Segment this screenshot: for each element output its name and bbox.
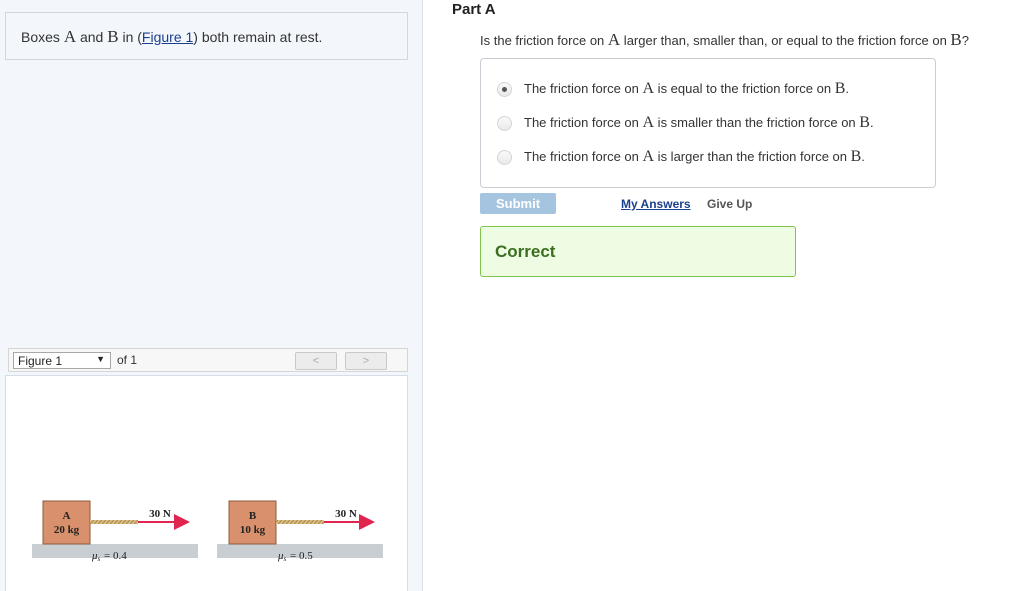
choice-larger-before: The friction force on bbox=[524, 149, 643, 164]
question-middle: larger than, smaller than, or equal to t… bbox=[620, 33, 951, 48]
dropdown-arrow-icon: ▼ bbox=[96, 354, 105, 364]
choice-equal-end: . bbox=[845, 81, 850, 96]
box-a-label: A bbox=[63, 510, 71, 522]
figure-select-value: Figure 1 bbox=[18, 354, 63, 368]
answer-choices: The friction force on A is equal to the … bbox=[480, 58, 936, 188]
question-text: Is the friction force on A larger than, … bbox=[480, 30, 969, 50]
left-panel: Boxes A and B in (Figure 1) both remain … bbox=[0, 0, 423, 591]
force-a-label: 30 N bbox=[149, 508, 171, 520]
system-a: A 20 kg 30 N μs = 0.4 bbox=[32, 500, 198, 563]
box-a bbox=[42, 500, 91, 545]
figure-link[interactable]: Figure 1 bbox=[142, 29, 193, 45]
radio-equal[interactable] bbox=[497, 81, 512, 97]
box-b-mass: 10 kg bbox=[240, 524, 266, 536]
choice-smaller-label: The friction force on A is smaller than … bbox=[524, 114, 874, 132]
intro-box: Boxes A and B in (Figure 1) both remain … bbox=[5, 12, 408, 60]
figure-diagram: A 20 kg 30 N μs = 0.4 B 10 kg 30 N μs = … bbox=[32, 500, 383, 563]
intro-var-a: A bbox=[63, 27, 77, 46]
choice-equal-middle: is equal to the friction force on bbox=[654, 81, 835, 96]
question-var-b: B bbox=[950, 30, 962, 49]
choice-smaller[interactable]: The friction force on A is smaller than … bbox=[497, 112, 874, 134]
my-answers-link[interactable]: My Answers bbox=[621, 197, 691, 211]
box-a-mass: 20 kg bbox=[54, 524, 80, 536]
radio-smaller[interactable] bbox=[497, 115, 512, 131]
intro-text-and: and bbox=[76, 29, 108, 45]
figure-area: A 20 kg 30 N μs = 0.4 B 10 kg 30 N μs = … bbox=[5, 375, 408, 591]
question-before: Is the friction force on bbox=[480, 33, 608, 48]
choice-equal-before: The friction force on bbox=[524, 81, 643, 96]
choice-larger-middle: is larger than the friction force on bbox=[654, 149, 851, 164]
intro-text-in: in ( bbox=[118, 29, 142, 45]
intro-var-b: B bbox=[107, 27, 119, 46]
figure-nav-bar: Figure 1 ▼ of 1 < > bbox=[8, 348, 408, 372]
chevron-left-icon: < bbox=[312, 355, 320, 367]
choice-smaller-end: . bbox=[869, 115, 874, 130]
choice-equal[interactable]: The friction force on A is equal to the … bbox=[497, 78, 849, 100]
box-b-label: B bbox=[249, 510, 257, 522]
previous-figure-button[interactable]: < bbox=[295, 352, 337, 370]
question-var-a: A bbox=[607, 30, 621, 49]
box-b bbox=[228, 500, 277, 545]
mu-a-subscript: s bbox=[98, 555, 101, 563]
choice-equal-label: The friction force on A is equal to the … bbox=[524, 80, 849, 98]
give-up-link[interactable]: Give Up bbox=[707, 197, 752, 211]
correct-feedback-text: Correct bbox=[495, 242, 556, 261]
chevron-right-icon: > bbox=[362, 355, 370, 367]
intro-text-after: ) both remain at rest. bbox=[193, 29, 323, 45]
mu-a-value: = 0.4 bbox=[104, 550, 127, 562]
figure-count: of 1 bbox=[117, 353, 138, 367]
force-b-label: 30 N bbox=[335, 508, 357, 520]
choice-smaller-var2: B bbox=[859, 114, 870, 131]
rope-a bbox=[90, 520, 138, 524]
next-figure-button[interactable]: > bbox=[345, 352, 387, 370]
mu-b-subscript: s bbox=[284, 555, 287, 563]
choice-equal-var1: A bbox=[642, 80, 655, 97]
part-title: Part A bbox=[452, 1, 496, 18]
rope-b bbox=[276, 520, 324, 524]
radio-larger[interactable] bbox=[497, 149, 512, 165]
system-b: B 10 kg 30 N μs = 0.5 bbox=[217, 500, 383, 563]
choice-larger[interactable]: The friction force on A is larger than t… bbox=[497, 146, 865, 168]
choice-smaller-var1: A bbox=[642, 114, 655, 131]
choice-larger-label: The friction force on A is larger than t… bbox=[524, 148, 865, 166]
figure-select[interactable]: Figure 1 ▼ bbox=[13, 352, 111, 369]
choice-larger-var2: B bbox=[850, 148, 862, 165]
intro-text-before: Boxes bbox=[21, 29, 64, 45]
choice-smaller-middle: is smaller than the friction force on bbox=[654, 115, 860, 130]
choice-smaller-before: The friction force on bbox=[524, 115, 643, 130]
submit-button[interactable]: Submit bbox=[480, 193, 556, 214]
choice-equal-var2: B bbox=[834, 80, 846, 97]
choice-larger-var1: A bbox=[642, 148, 655, 165]
question-end: ? bbox=[961, 33, 969, 48]
choice-larger-end: . bbox=[861, 149, 865, 164]
mu-b-value: = 0.5 bbox=[290, 550, 313, 562]
correct-feedback-box: Correct bbox=[480, 226, 796, 277]
